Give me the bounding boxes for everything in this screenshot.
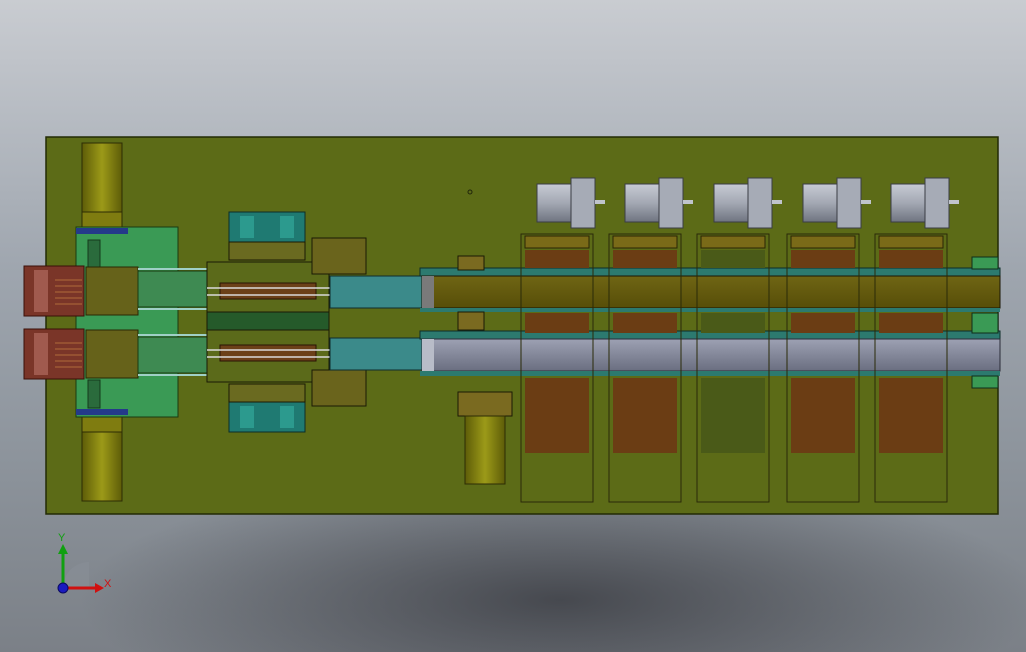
stepper-motor-icon (536, 177, 605, 229)
lower-output-conveyor (419, 330, 1001, 376)
assembly-model[interactable] (0, 0, 1026, 652)
cad-graphics-viewport[interactable]: Y X (0, 0, 1026, 652)
cutter-actuator-bottom (228, 383, 306, 433)
stepper-motor-icon (890, 177, 959, 229)
triad-y-label: Y (58, 532, 66, 544)
stepper-motor-icon (624, 177, 693, 229)
upper-output-conveyor (419, 267, 1001, 312)
orientation-triad (57, 544, 104, 594)
stepper-motor-icon (802, 177, 871, 229)
cutting-station (206, 261, 330, 383)
mount-plate-lower (311, 369, 367, 407)
mount-plate-upper (311, 237, 367, 275)
stepper-motor-icon (713, 177, 782, 229)
left-green-mount-panel (75, 226, 179, 418)
triad-x-label: X (104, 578, 112, 590)
cutter-actuator-top (228, 211, 306, 261)
axis-z-origin (57, 582, 69, 594)
